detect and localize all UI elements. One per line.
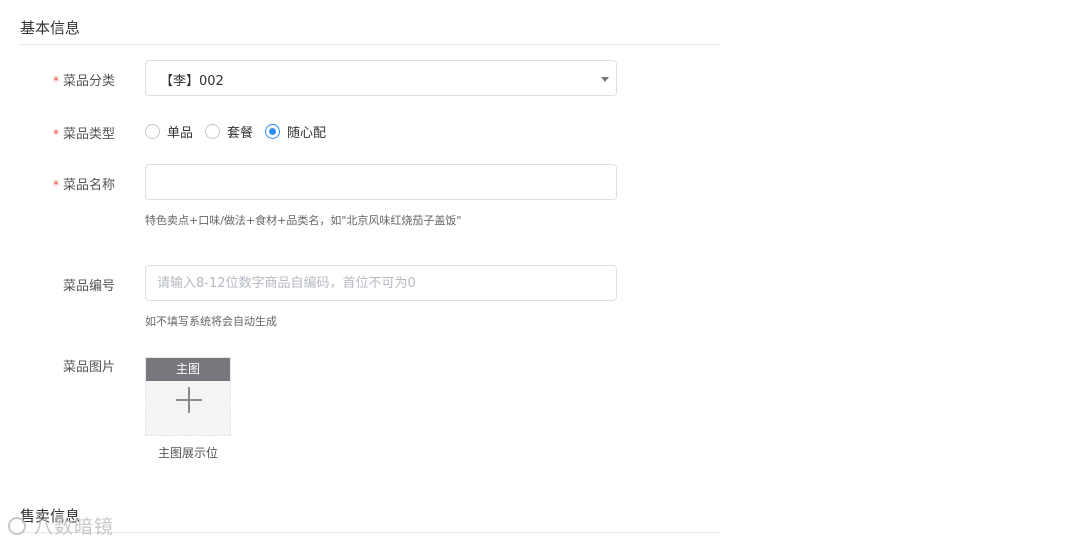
category-select-value: 【李】002	[160, 74, 224, 89]
required-asterisk: *	[52, 74, 59, 88]
main-image-upload[interactable]: 主图	[145, 357, 231, 436]
radio-option-combo[interactable]: 套餐	[205, 122, 253, 141]
radio-button-checked[interactable]	[265, 123, 281, 139]
dish-code-label: 菜品编号	[62, 279, 115, 294]
dish-name-label: * 菜品名称	[52, 178, 115, 193]
dish-code-hint: 如不填写系统将会自动生成	[145, 315, 277, 328]
watermark: 八数暗镜	[8, 512, 114, 539]
radio-label: 随心配	[287, 125, 327, 141]
radio-button[interactable]	[145, 123, 160, 139]
caret-down-icon	[601, 77, 609, 82]
required-asterisk: *	[52, 178, 59, 192]
category-select[interactable]: 【李】002	[145, 60, 617, 96]
watermark-logo-icon	[8, 516, 26, 535]
radio-label: 套餐	[227, 125, 254, 141]
dish-type-label: * 菜品类型	[52, 127, 115, 142]
dish-code-input[interactable]	[145, 265, 617, 301]
radio-button[interactable]	[205, 123, 221, 139]
radio-label: 单品	[167, 125, 194, 141]
dish-name-input[interactable]	[145, 164, 617, 200]
section-divider	[20, 44, 720, 45]
category-label: * 菜品分类	[52, 74, 115, 89]
dish-edit-page: 基本信息 * 菜品分类 【李】002 * 菜品类型 单品 套餐 随心配 * 菜品名称 …	[0, 0, 1080, 545]
main-image-caption: 主图展示位	[157, 446, 218, 460]
watermark-text: 八数暗镜	[34, 516, 115, 538]
main-image-tag: 主图	[146, 358, 230, 381]
dish-type-radio-group: 单品 套餐 随心配	[145, 121, 338, 141]
required-asterisk: *	[52, 127, 59, 141]
dish-image-label: 菜品图片	[62, 360, 115, 375]
dish-name-hint: 特色卖点+口味/做法+食材+品类名，如"北京风味红烧茄子盖饭"	[145, 214, 462, 227]
section-divider	[20, 532, 720, 533]
section-title-basic-info: 基本信息	[20, 19, 81, 37]
radio-option-flexible[interactable]: 随心配	[265, 122, 326, 141]
plus-icon	[176, 387, 202, 413]
radio-option-single[interactable]: 单品	[145, 122, 193, 141]
